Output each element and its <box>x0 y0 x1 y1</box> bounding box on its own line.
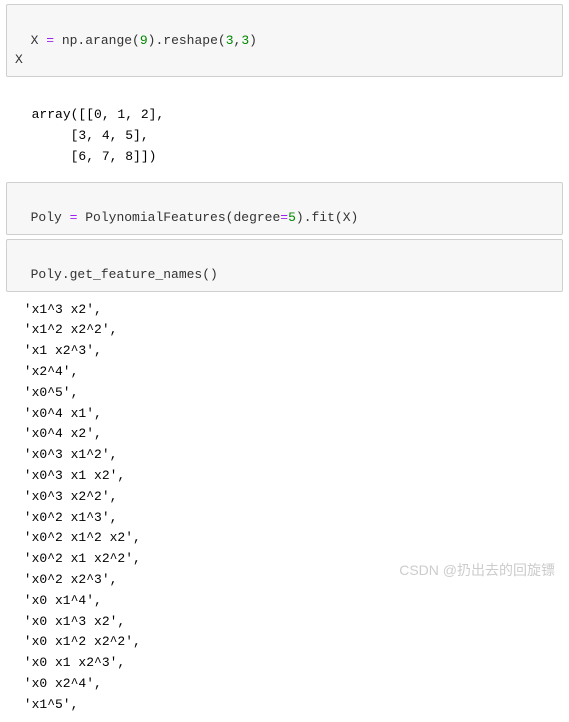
code-cell-3[interactable]: Poly.get_feature_names() <box>6 239 563 292</box>
output-line: 'x0^2 x1^3', <box>16 508 553 529</box>
code-content-3: Poly.get_feature_names() <box>31 267 218 282</box>
output-line: 'x0^5', <box>16 383 553 404</box>
output-line: 'x0 x2^4', <box>16 674 553 695</box>
output-line: 'x0^3 x1 x2', <box>16 466 553 487</box>
output-line: 'x0^3 x2^2', <box>16 487 553 508</box>
output-line: 'x0 x1^4', <box>16 591 553 612</box>
output-line: 'x1^2 x2^2', <box>16 320 553 341</box>
code-cell-1[interactable]: X = np.arange(9).reshape(3,3) X <box>6 4 563 77</box>
output-line: 'x0 x1^2 x2^2', <box>16 632 553 653</box>
output-line: 'x1 x2^3', <box>16 341 553 362</box>
output-line: 'x0^3 x1^2', <box>16 445 553 466</box>
code-content-2: Poly = PolynomialFeatures(degree=5).fit(… <box>31 210 359 225</box>
output-cell-3: 'x1^3 x2', 'x1^2 x2^2', 'x1 x2^3', 'x2^4… <box>6 294 563 722</box>
output-line: 'x0 x1 x2^3', <box>16 653 553 674</box>
output-text-1: array([[0, 1, 2], [3, 4, 5], [6, 7, 8]]) <box>16 107 164 164</box>
output-line: 'x0 x1^3 x2', <box>16 612 553 633</box>
output-line: 'x1^5', <box>16 695 553 716</box>
code-cell-2[interactable]: Poly = PolynomialFeatures(degree=5).fit(… <box>6 182 563 235</box>
output-line: 'x0^4 x1', <box>16 404 553 425</box>
output-line: 'x0^2 x1 x2^2', <box>16 549 553 570</box>
code-content-1: X = np.arange(9).reshape(3,3) X <box>15 33 257 68</box>
output-line: 'x2^4', <box>16 362 553 383</box>
output-cell-1: array([[0, 1, 2], [3, 4, 5], [6, 7, 8]]) <box>6 79 563 174</box>
output-line: 'x1^3 x2', <box>16 300 553 321</box>
output-line: 'x0^2 x2^3', <box>16 570 553 591</box>
output-line: 'x0^4 x2', <box>16 424 553 445</box>
output-line: 'x0^2 x1^2 x2', <box>16 528 553 549</box>
